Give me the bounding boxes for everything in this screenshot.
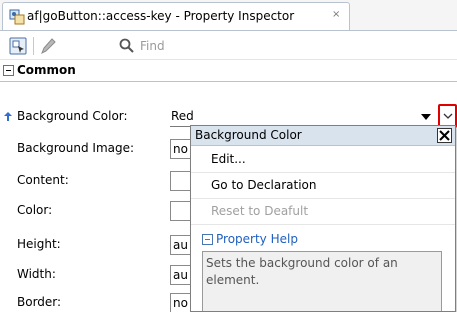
collapse-icon[interactable] <box>3 65 14 76</box>
dropdown-arrow-icon[interactable] <box>421 111 431 121</box>
property-help-box: Sets the background color of an element. <box>202 251 442 311</box>
pin-icon <box>3 111 13 121</box>
property-menu-popup: Background Color Edit... Go to Declarati… <box>190 125 456 312</box>
popup-title: Background Color <box>195 128 302 142</box>
close-icon[interactable] <box>437 128 452 143</box>
property-help-text: Sets the background color of an element. <box>206 256 398 287</box>
edit-pencil-icon[interactable] <box>38 36 58 56</box>
tab-property-inspector[interactable]: af|goButton::access-key - Property Inspe… <box>2 2 350 30</box>
skin-selector-icon <box>9 9 25 25</box>
property-label: Width: <box>17 267 56 281</box>
property-label: Height: <box>17 237 61 251</box>
property-label: Content: <box>17 173 69 187</box>
chevron-down-icon <box>443 110 453 120</box>
tab-title: af|goButton::access-key - Property Inspe… <box>27 9 295 23</box>
menu-item-label: Reset to Deafult <box>211 204 309 218</box>
search-icon <box>118 37 136 55</box>
property-label: Background Color: <box>17 109 128 123</box>
property-label: Color: <box>17 203 53 217</box>
background-color-field[interactable]: Red <box>170 107 435 127</box>
search-box[interactable] <box>118 34 418 58</box>
property-label: Border: <box>17 295 62 309</box>
collapse-icon[interactable] <box>202 234 213 245</box>
property-help-title: Property Help <box>216 232 298 246</box>
select-component-icon[interactable] <box>9 37 27 55</box>
menu-item-edit[interactable]: Edit... <box>191 147 455 173</box>
menu-item-reset-to-default: Reset to Deafult <box>191 199 455 225</box>
section-title: Common <box>17 63 76 77</box>
property-help-header[interactable]: Property Help <box>191 229 455 251</box>
search-input[interactable] <box>140 36 410 56</box>
menu-item-label: Go to Declaration <box>211 178 317 192</box>
popup-header: Background Color <box>191 126 455 146</box>
tab-strip: af|goButton::access-key - Property Inspe… <box>0 0 457 30</box>
menu-item-label: Edit... <box>211 152 246 166</box>
section-common[interactable]: Common <box>0 60 457 82</box>
property-label: Background Image: <box>17 141 135 155</box>
close-icon[interactable]: × <box>332 9 340 20</box>
toolbar-separator <box>33 37 34 55</box>
toolbar <box>0 30 457 60</box>
menu-item-go-to-declaration[interactable]: Go to Declaration <box>191 173 455 199</box>
